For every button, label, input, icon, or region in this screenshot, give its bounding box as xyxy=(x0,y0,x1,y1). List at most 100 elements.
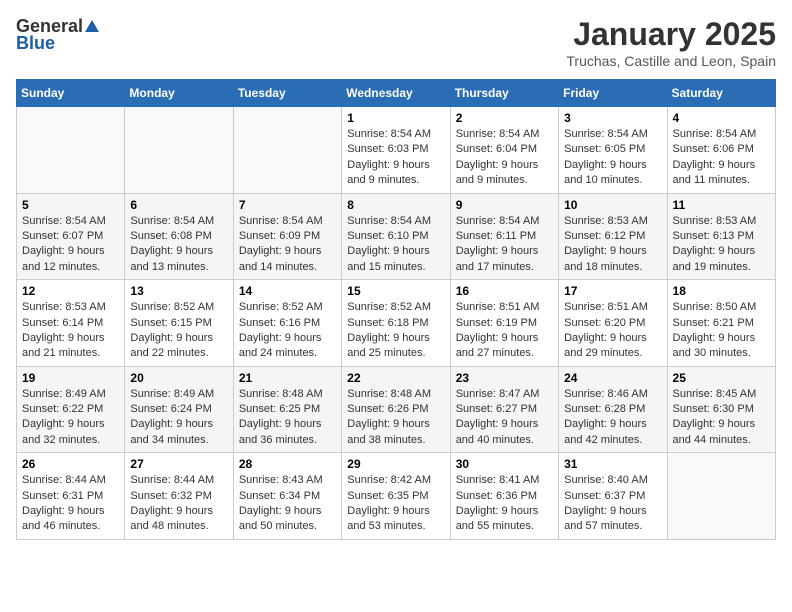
day-info: Sunrise: 8:53 AMSunset: 6:13 PMDaylight:… xyxy=(673,214,770,276)
day-cell-28: 28 Sunrise: 8:43 AMSunset: 6:34 PMDayligh… xyxy=(233,453,341,540)
day-number: 25 xyxy=(673,371,770,385)
day-info: Sunrise: 8:51 AMSunset: 6:20 PMDaylight:… xyxy=(564,300,661,362)
day-number: 30 xyxy=(456,457,553,471)
weekday-header-friday: Friday xyxy=(559,80,667,107)
day-number: 18 xyxy=(673,284,770,298)
week-row-2: 5Sunrise: 8:54 AMSunset: 6:07 PMDaylight… xyxy=(17,193,776,280)
day-cell-9: 9 Sunrise: 8:54 AMSunset: 6:11 PMDaylight… xyxy=(450,193,558,280)
day-cell-7: 7 Sunrise: 8:54 AMSunset: 6:09 PMDaylight… xyxy=(233,193,341,280)
day-cell-19: 19 Sunrise: 8:49 AMSunset: 6:22 PMDayligh… xyxy=(17,366,125,453)
weekday-header-saturday: Saturday xyxy=(667,80,775,107)
day-info: Sunrise: 8:49 AMSunset: 6:24 PMDaylight:… xyxy=(130,387,227,449)
day-info: Sunrise: 8:46 AMSunset: 6:28 PMDaylight:… xyxy=(564,387,661,449)
day-number: 11 xyxy=(673,198,770,212)
day-info: Sunrise: 8:52 AMSunset: 6:15 PMDaylight:… xyxy=(130,300,227,362)
day-number: 22 xyxy=(347,371,444,385)
day-number: 7 xyxy=(239,198,336,212)
day-info: Sunrise: 8:43 AMSunset: 6:34 PMDaylight:… xyxy=(239,473,336,535)
empty-cell xyxy=(233,107,341,194)
day-cell-5: 5Sunrise: 8:54 AMSunset: 6:07 PMDaylight… xyxy=(17,193,125,280)
day-number: 13 xyxy=(130,284,227,298)
day-number: 31 xyxy=(564,457,661,471)
day-info: Sunrise: 8:47 AMSunset: 6:27 PMDaylight:… xyxy=(456,387,553,449)
day-info: Sunrise: 8:42 AMSunset: 6:35 PMDaylight:… xyxy=(347,473,444,535)
day-info: Sunrise: 8:48 AMSunset: 6:26 PMDaylight:… xyxy=(347,387,444,449)
day-info: Sunrise: 8:45 AMSunset: 6:30 PMDaylight:… xyxy=(673,387,770,449)
day-cell-15: 15 Sunrise: 8:52 AMSunset: 6:18 PMDayligh… xyxy=(342,280,450,367)
day-cell-25: 25 Sunrise: 8:45 AMSunset: 6:30 PMDayligh… xyxy=(667,366,775,453)
day-number: 1 xyxy=(347,111,444,125)
day-cell-6: 6Sunrise: 8:54 AMSunset: 6:08 PMDaylight… xyxy=(125,193,233,280)
day-info: Sunrise: 8:54 AMSunset: 6:08 PMDaylight:… xyxy=(130,214,227,276)
logo-triangle-icon xyxy=(85,20,99,32)
day-info: Sunrise: 8:54 AMSunset: 6:06 PMDaylight:… xyxy=(673,127,770,189)
day-info: Sunrise: 8:51 AMSunset: 6:19 PMDaylight:… xyxy=(456,300,553,362)
day-number: 10 xyxy=(564,198,661,212)
day-number: 2 xyxy=(456,111,553,125)
weekday-header-row: SundayMondayTuesdayWednesdayThursdayFrid… xyxy=(17,80,776,107)
day-cell-31: 31 Sunrise: 8:40 AMSunset: 6:37 PMDayligh… xyxy=(559,453,667,540)
day-number: 27 xyxy=(130,457,227,471)
day-number: 8 xyxy=(347,198,444,212)
day-number: 14 xyxy=(239,284,336,298)
day-info: Sunrise: 8:53 AMSunset: 6:14 PMDaylight:… xyxy=(22,300,119,362)
day-number: 24 xyxy=(564,371,661,385)
logo: General Blue xyxy=(16,16,101,54)
day-number: 23 xyxy=(456,371,553,385)
day-info: Sunrise: 8:54 AMSunset: 6:11 PMDaylight:… xyxy=(456,214,553,276)
day-cell-20: 20 Sunrise: 8:49 AMSunset: 6:24 PMDayligh… xyxy=(125,366,233,453)
day-cell-24: 24 Sunrise: 8:46 AMSunset: 6:28 PMDayligh… xyxy=(559,366,667,453)
day-cell-14: 14Sunrise: 8:52 AMSunset: 6:16 PMDayligh… xyxy=(233,280,341,367)
day-cell-12: 12 Sunrise: 8:53 AMSunset: 6:14 PMDayligh… xyxy=(17,280,125,367)
day-number: 17 xyxy=(564,284,661,298)
weekday-header-wednesday: Wednesday xyxy=(342,80,450,107)
day-number: 21 xyxy=(239,371,336,385)
day-info: Sunrise: 8:52 AMSunset: 6:18 PMDaylight:… xyxy=(347,300,444,362)
day-cell-17: 17 Sunrise: 8:51 AMSunset: 6:20 PMDayligh… xyxy=(559,280,667,367)
day-number: 12 xyxy=(22,284,119,298)
title-area: January 2025 Truchas, Castille and Leon,… xyxy=(566,16,776,69)
weekday-header-thursday: Thursday xyxy=(450,80,558,107)
day-info: Sunrise: 8:48 AMSunset: 6:25 PMDaylight:… xyxy=(239,387,336,449)
day-info: Sunrise: 8:40 AMSunset: 6:37 PMDaylight:… xyxy=(564,473,661,535)
day-cell-3: 3 Sunrise: 8:54 AMSunset: 6:05 PMDaylight… xyxy=(559,107,667,194)
week-row-5: 26 Sunrise: 8:44 AMSunset: 6:31 PMDayligh… xyxy=(17,453,776,540)
day-number: 9 xyxy=(456,198,553,212)
empty-cell xyxy=(125,107,233,194)
day-number: 28 xyxy=(239,457,336,471)
day-cell-22: 22 Sunrise: 8:48 AMSunset: 6:26 PMDayligh… xyxy=(342,366,450,453)
day-info: Sunrise: 8:49 AMSunset: 6:22 PMDaylight:… xyxy=(22,387,119,449)
day-info: Sunrise: 8:44 AMSunset: 6:32 PMDaylight:… xyxy=(130,473,227,535)
empty-cell xyxy=(667,453,775,540)
header: General Blue January 2025 Truchas, Casti… xyxy=(16,16,776,69)
day-number: 5 xyxy=(22,198,119,212)
day-cell-26: 26 Sunrise: 8:44 AMSunset: 6:31 PMDayligh… xyxy=(17,453,125,540)
weekday-header-tuesday: Tuesday xyxy=(233,80,341,107)
day-number: 15 xyxy=(347,284,444,298)
calendar-table: SundayMondayTuesdayWednesdayThursdayFrid… xyxy=(16,79,776,540)
day-info: Sunrise: 8:44 AMSunset: 6:31 PMDaylight:… xyxy=(22,473,119,535)
day-number: 16 xyxy=(456,284,553,298)
day-number: 20 xyxy=(130,371,227,385)
day-cell-30: 30 Sunrise: 8:41 AMSunset: 6:36 PMDayligh… xyxy=(450,453,558,540)
day-number: 26 xyxy=(22,457,119,471)
day-info: Sunrise: 8:50 AMSunset: 6:21 PMDaylight:… xyxy=(673,300,770,362)
empty-cell xyxy=(17,107,125,194)
day-cell-4: 4 Sunrise: 8:54 AMSunset: 6:06 PMDaylight… xyxy=(667,107,775,194)
day-cell-10: 10Sunrise: 8:53 AMSunset: 6:12 PMDayligh… xyxy=(559,193,667,280)
week-row-1: 1Sunrise: 8:54 AMSunset: 6:03 PMDaylight… xyxy=(17,107,776,194)
day-info: Sunrise: 8:54 AMSunset: 6:05 PMDaylight:… xyxy=(564,127,661,189)
day-number: 29 xyxy=(347,457,444,471)
day-cell-16: 16 Sunrise: 8:51 AMSunset: 6:19 PMDayligh… xyxy=(450,280,558,367)
day-cell-13: 13 Sunrise: 8:52 AMSunset: 6:15 PMDayligh… xyxy=(125,280,233,367)
calendar-subtitle: Truchas, Castille and Leon, Spain xyxy=(566,53,776,69)
day-info: Sunrise: 8:54 AMSunset: 6:09 PMDaylight:… xyxy=(239,214,336,276)
day-info: Sunrise: 8:41 AMSunset: 6:36 PMDaylight:… xyxy=(456,473,553,535)
day-number: 3 xyxy=(564,111,661,125)
day-number: 4 xyxy=(673,111,770,125)
day-cell-29: 29 Sunrise: 8:42 AMSunset: 6:35 PMDayligh… xyxy=(342,453,450,540)
day-number: 19 xyxy=(22,371,119,385)
day-cell-8: 8 Sunrise: 8:54 AMSunset: 6:10 PMDaylight… xyxy=(342,193,450,280)
day-info: Sunrise: 8:54 AMSunset: 6:10 PMDaylight:… xyxy=(347,214,444,276)
day-cell-21: 21 Sunrise: 8:48 AMSunset: 6:25 PMDayligh… xyxy=(233,366,341,453)
